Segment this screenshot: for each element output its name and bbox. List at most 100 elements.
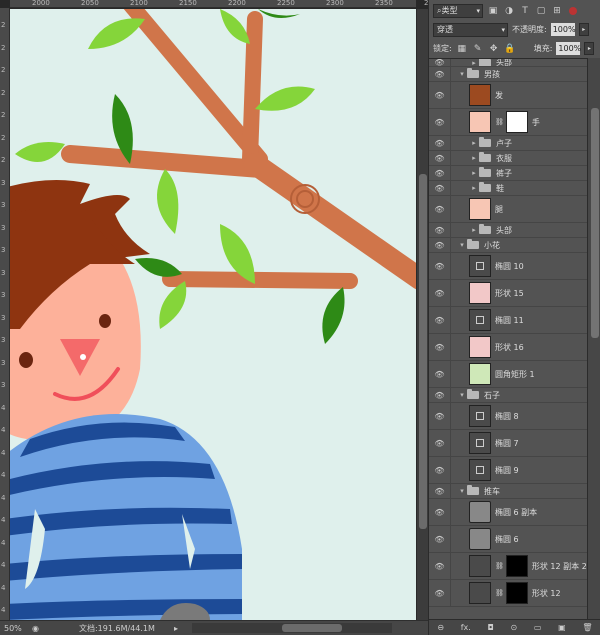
fx-icon[interactable]: fx.: [461, 623, 471, 632]
visibility-eye-icon[interactable]: 👁: [429, 136, 451, 150]
layer-group-row[interactable]: 👁 ▾ 石子: [429, 388, 587, 403]
link-layers-icon[interactable]: ⊖: [437, 623, 444, 632]
visibility-eye-icon[interactable]: 👁: [429, 499, 451, 525]
collapse-arrow-icon[interactable]: ▾: [457, 70, 467, 78]
canvas-vertical-scroll-thumb[interactable]: [419, 174, 427, 529]
layer-row[interactable]: 👁 ⛓ 手: [429, 109, 587, 136]
type-filter-icon[interactable]: T: [519, 5, 531, 17]
blend-mode-dropdown[interactable]: 穿透 ▾: [433, 22, 508, 37]
visibility-eye-icon[interactable]: 👁: [429, 280, 451, 306]
visibility-eye-icon[interactable]: 👁: [429, 334, 451, 360]
layers-list[interactable]: 👁 ▸ 头部 👁 ▾ 男孩 👁 发 👁 ⛓ 手 👁 ▸ 卢子 👁 ▸ 衣服 👁 ▸ 裤子 👁 ▸ 鞋 👁 腿 👁 ▸ 头部 👁 ▾ 小花 👁 椭…: [429, 58, 587, 619]
visibility-eye-icon[interactable]: 👁: [429, 580, 451, 606]
visibility-eye-icon[interactable]: 👁: [429, 196, 451, 222]
canvas-horizontal-scrollbar[interactable]: [192, 623, 392, 633]
visibility-eye-icon[interactable]: 👁: [429, 307, 451, 333]
layer-row[interactable]: 👁 ⛓ 形状 12 副本 2: [429, 553, 587, 580]
visibility-eye-icon[interactable]: 👁: [429, 151, 451, 165]
visibility-eye-icon[interactable]: 👁: [429, 109, 451, 135]
expand-arrow-icon[interactable]: ▸: [469, 139, 479, 147]
layer-row[interactable]: 👁 椭圆 6 副本: [429, 499, 587, 526]
visibility-eye-icon[interactable]: 👁: [429, 553, 451, 579]
layer-group-row[interactable]: 👁 ▸ 衣服: [429, 151, 587, 166]
visibility-eye-icon[interactable]: 👁: [429, 253, 451, 279]
layer-group-row[interactable]: 👁 ▸ 卢子: [429, 136, 587, 151]
visibility-eye-icon[interactable]: 👁: [429, 238, 451, 252]
canvas-vertical-scrollbar[interactable]: [416, 9, 428, 620]
new-layer-icon[interactable]: ▣: [558, 623, 566, 632]
chain-link-icon[interactable]: ⛓: [495, 118, 504, 126]
expand-arrow-icon[interactable]: ▸: [469, 154, 479, 162]
layer-group-row[interactable]: 👁 ▾ 男孩: [429, 67, 587, 82]
visibility-eye-icon[interactable]: 👁: [429, 388, 451, 402]
visibility-eye-icon[interactable]: 👁: [429, 403, 451, 429]
layer-row[interactable]: 👁 椭圆 11: [429, 307, 587, 334]
collapse-arrow-icon[interactable]: ▾: [457, 241, 467, 249]
chain-link-icon[interactable]: ⛓: [495, 562, 504, 570]
lock-position-icon[interactable]: ✥: [488, 43, 500, 55]
pixel-filter-icon[interactable]: ▣: [487, 5, 499, 17]
fill-input[interactable]: 100%: [556, 42, 581, 55]
layer-row[interactable]: 👁 椭圆 6: [429, 526, 587, 553]
opacity-dropdown-button[interactable]: ▸: [578, 23, 589, 36]
visibility-eye-icon[interactable]: 👁: [429, 181, 451, 195]
layer-mask-thumbnail[interactable]: [505, 582, 528, 604]
opacity-input[interactable]: 100%: [550, 23, 576, 36]
layers-scroll-thumb[interactable]: [591, 108, 599, 338]
visibility-eye-icon[interactable]: 👁: [429, 59, 451, 66]
canvas-horizontal-scroll-thumb[interactable]: [282, 624, 342, 632]
chain-link-icon[interactable]: ⛓: [495, 589, 504, 597]
layer-row[interactable]: 👁 腿: [429, 196, 587, 223]
layer-row[interactable]: 👁 圆角矩形 1: [429, 361, 587, 388]
add-mask-icon[interactable]: ◘: [488, 623, 494, 632]
layers-scrollbar[interactable]: [587, 58, 600, 619]
new-group-icon[interactable]: ▭: [534, 623, 542, 632]
visibility-eye-icon[interactable]: 👁: [429, 484, 451, 498]
filter-type-dropdown[interactable]: ⌕ 类型 ▾: [433, 3, 483, 18]
visibility-eye-icon[interactable]: 👁: [429, 67, 451, 81]
layer-row[interactable]: 👁 发: [429, 82, 587, 109]
layer-group-row[interactable]: 👁 ▸ 鞋: [429, 181, 587, 196]
layer-group-row[interactable]: 👁 ▾ 推车: [429, 484, 587, 499]
visibility-eye-icon[interactable]: 👁: [429, 361, 451, 387]
visibility-eye-icon[interactable]: 👁: [429, 430, 451, 456]
layer-mask-thumbnail[interactable]: [505, 111, 528, 133]
layer-row[interactable]: 👁 椭圆 7: [429, 430, 587, 457]
illustration[interactable]: [10, 9, 416, 620]
filter-toggle[interactable]: [569, 6, 577, 15]
layer-row[interactable]: 👁 椭圆 9: [429, 457, 587, 484]
shape-filter-icon[interactable]: ▢: [535, 5, 547, 17]
visibility-eye-icon[interactable]: 👁: [429, 526, 451, 552]
layer-group-row[interactable]: 👁 ▸ 头部: [429, 59, 587, 67]
visibility-eye-icon[interactable]: 👁: [429, 457, 451, 483]
layer-row[interactable]: 👁 形状 16: [429, 334, 587, 361]
adjustment-filter-icon[interactable]: ◑: [503, 5, 515, 17]
visibility-eye-icon[interactable]: 👁: [429, 223, 451, 237]
layer-group-row[interactable]: 👁 ▸ 头部: [429, 223, 587, 238]
collapse-arrow-icon[interactable]: ▾: [457, 487, 467, 495]
collapse-arrow-icon[interactable]: ▾: [457, 391, 467, 399]
lock-all-icon[interactable]: 🔒: [504, 43, 516, 55]
visibility-eye-icon[interactable]: 👁: [429, 166, 451, 180]
smart-object-filter-icon[interactable]: ⊞: [551, 5, 563, 17]
fill-dropdown-button[interactable]: ▸: [584, 42, 595, 55]
layer-row[interactable]: 👁 椭圆 8: [429, 403, 587, 430]
expand-arrow-icon[interactable]: ▸: [469, 184, 479, 192]
adjustment-layer-icon[interactable]: ⊙: [511, 623, 518, 632]
status-icon[interactable]: ◉: [32, 624, 39, 633]
status-arrow-icon[interactable]: ▸: [174, 624, 178, 633]
expand-arrow-icon[interactable]: ▸: [469, 226, 479, 234]
layer-mask-thumbnail[interactable]: [505, 555, 528, 577]
canvas-area[interactable]: 200020502100215022002250230023502400 222…: [0, 0, 428, 635]
zoom-level[interactable]: 50%: [0, 624, 30, 633]
layer-row[interactable]: 👁 椭圆 10: [429, 253, 587, 280]
visibility-eye-icon[interactable]: 👁: [429, 82, 451, 108]
trash-icon[interactable]: 🗑: [582, 623, 592, 632]
layer-row[interactable]: 👁 ⛓ 形状 12: [429, 580, 587, 607]
layer-group-row[interactable]: 👁 ▸ 裤子: [429, 166, 587, 181]
lock-transparent-icon[interactable]: ▦: [456, 43, 468, 55]
lock-image-icon[interactable]: ✎: [472, 43, 484, 55]
expand-arrow-icon[interactable]: ▸: [469, 169, 479, 177]
expand-arrow-icon[interactable]: ▸: [469, 59, 479, 66]
layer-group-row[interactable]: 👁 ▾ 小花: [429, 238, 587, 253]
